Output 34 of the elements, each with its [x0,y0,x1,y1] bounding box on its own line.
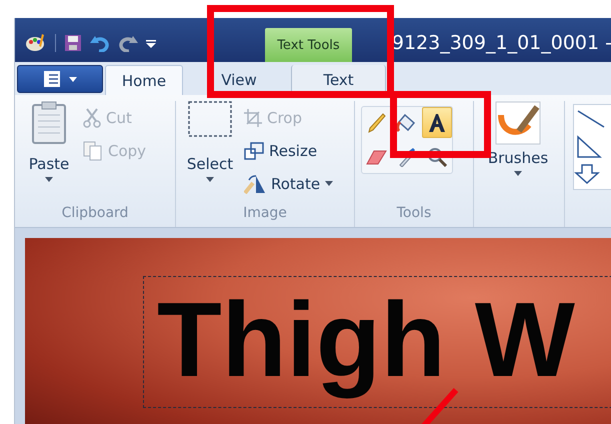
rotate-icon [244,174,266,194]
brush-icon [495,101,541,145]
selection-rectangle-icon [188,101,232,137]
color-picker-icon [398,146,416,166]
copy-icon [83,140,103,160]
group-label: Tools [396,204,432,223]
crop-icon [244,108,262,126]
file-menu-button[interactable] [17,65,103,93]
scissors-icon [83,108,101,128]
ribbon-tab[interactable]: Home [105,65,183,95]
brushes-button[interactable]: Brushes [480,101,556,227]
paint-bucket-icon [396,112,418,132]
palette-icon[interactable] [25,33,47,53]
text-tool-button[interactable] [422,107,452,138]
redo-icon[interactable] [118,34,138,52]
rotate-button[interactable]: Rotate [244,169,334,198]
window-title: 9123_309_1_01_0001 - [392,31,611,56]
eraser-icon [366,148,388,166]
clipboard-icon [31,101,67,145]
contextual-tab-header: Text Tools [265,28,352,62]
customize-menu-icon[interactable] [146,38,156,48]
text-field[interactable]: Thigh W [143,276,611,408]
undo-icon[interactable] [90,34,110,52]
group-label: Clipboard [60,204,130,223]
paste-button[interactable]: Paste [21,101,77,203]
document-icon [43,70,61,88]
resize-icon [244,142,264,160]
save-icon[interactable] [64,34,82,52]
select-button[interactable]: Select [182,101,238,203]
text-tool-icon [427,112,447,132]
pencil-icon [368,112,386,132]
resize-button[interactable]: Resize [244,136,334,165]
ribbon-tab[interactable]: View [209,65,269,95]
group-label: Image [242,204,288,223]
